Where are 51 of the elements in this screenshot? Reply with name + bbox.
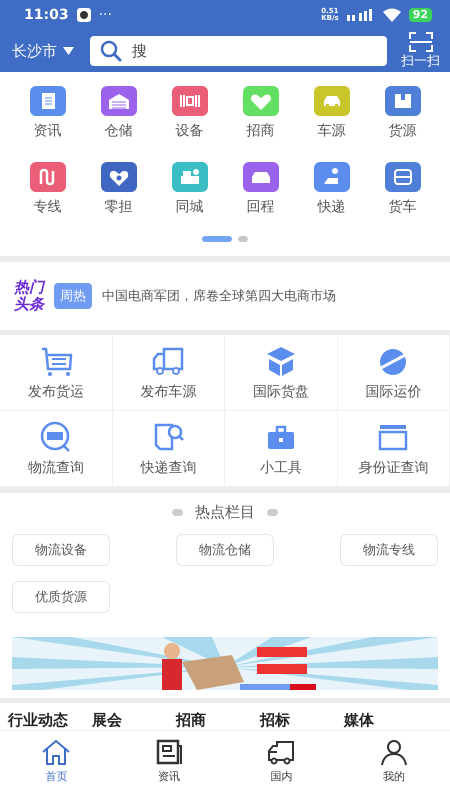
topic-chip[interactable]: 物流设备 bbox=[12, 534, 110, 566]
category-item[interactable]: 设备 bbox=[154, 86, 225, 140]
category-item[interactable]: 回程 bbox=[225, 162, 296, 216]
category-item[interactable]: 车源 bbox=[296, 86, 367, 140]
nav-tab[interactable]: 资讯 bbox=[112, 731, 225, 790]
headline-logo: 头条 bbox=[14, 296, 44, 313]
wifi-icon bbox=[382, 8, 401, 22]
title-ornament bbox=[172, 509, 183, 516]
headline-logo: 热门 bbox=[14, 279, 44, 296]
topic-chip[interactable]: 物流专线 bbox=[340, 534, 438, 566]
category-item[interactable]: 同城 bbox=[154, 162, 225, 216]
news-tab[interactable]: 行业动态 bbox=[8, 709, 92, 730]
category-item[interactable]: 招商 bbox=[225, 86, 296, 140]
topic-chip[interactable]: 优质货源 bbox=[12, 581, 110, 613]
service-item[interactable]: 发布货运 bbox=[0, 335, 112, 411]
section-title: 热点栏目 bbox=[195, 503, 255, 522]
search-field[interactable]: 搜 bbox=[90, 36, 387, 66]
news-tab[interactable]: 招标 bbox=[260, 709, 344, 730]
service-item[interactable]: 国际运价 bbox=[338, 335, 450, 411]
battery-level: 92 bbox=[408, 8, 432, 22]
news-tab[interactable]: 媒体 bbox=[344, 709, 428, 730]
service-item[interactable]: 国际货盘 bbox=[225, 335, 338, 411]
clock-time: 11:03 bbox=[24, 7, 69, 23]
nav-tab[interactable]: 首页 bbox=[0, 731, 112, 790]
tag-badge: 周热 bbox=[54, 283, 92, 309]
service-item[interactable]: 小工具 bbox=[225, 411, 338, 487]
category-item[interactable]: 资讯 bbox=[12, 86, 83, 140]
nav-tab[interactable]: 国内 bbox=[225, 731, 338, 790]
category-item[interactable]: 快递 bbox=[296, 162, 367, 216]
caret-icon bbox=[63, 47, 74, 55]
signal-icon bbox=[346, 9, 375, 21]
home-icon bbox=[40, 738, 72, 766]
title-ornament bbox=[267, 509, 278, 516]
service-item[interactable]: 发布车源 bbox=[112, 335, 225, 411]
scan-icon bbox=[408, 32, 432, 52]
category-item[interactable]: 零担 bbox=[83, 162, 154, 216]
news-tab[interactable]: 展会 bbox=[92, 709, 176, 730]
headline-text[interactable]: 中国电商军团，席卷全球第四大电商市场 bbox=[102, 287, 336, 305]
category-item[interactable]: 仓储 bbox=[83, 86, 154, 140]
scan-button[interactable]: 扫一扫 bbox=[401, 32, 440, 70]
category-item[interactable]: 专线 bbox=[12, 162, 83, 216]
more-indicator: ··· bbox=[98, 7, 112, 23]
topic-chip[interactable]: 物流仓储 bbox=[176, 534, 274, 566]
category-item[interactable]: 货车 bbox=[367, 162, 438, 216]
category-item[interactable]: 货源 bbox=[367, 86, 438, 140]
service-item[interactable]: 身份证查询 bbox=[338, 411, 450, 487]
city-selector[interactable]: 长沙市 bbox=[12, 42, 74, 60]
nav-tab[interactable]: 我的 bbox=[338, 731, 450, 790]
service-item[interactable]: 物流查询 bbox=[0, 411, 112, 487]
news-tab[interactable]: 招商 bbox=[176, 709, 260, 730]
service-item[interactable]: 快递查询 bbox=[112, 411, 225, 487]
